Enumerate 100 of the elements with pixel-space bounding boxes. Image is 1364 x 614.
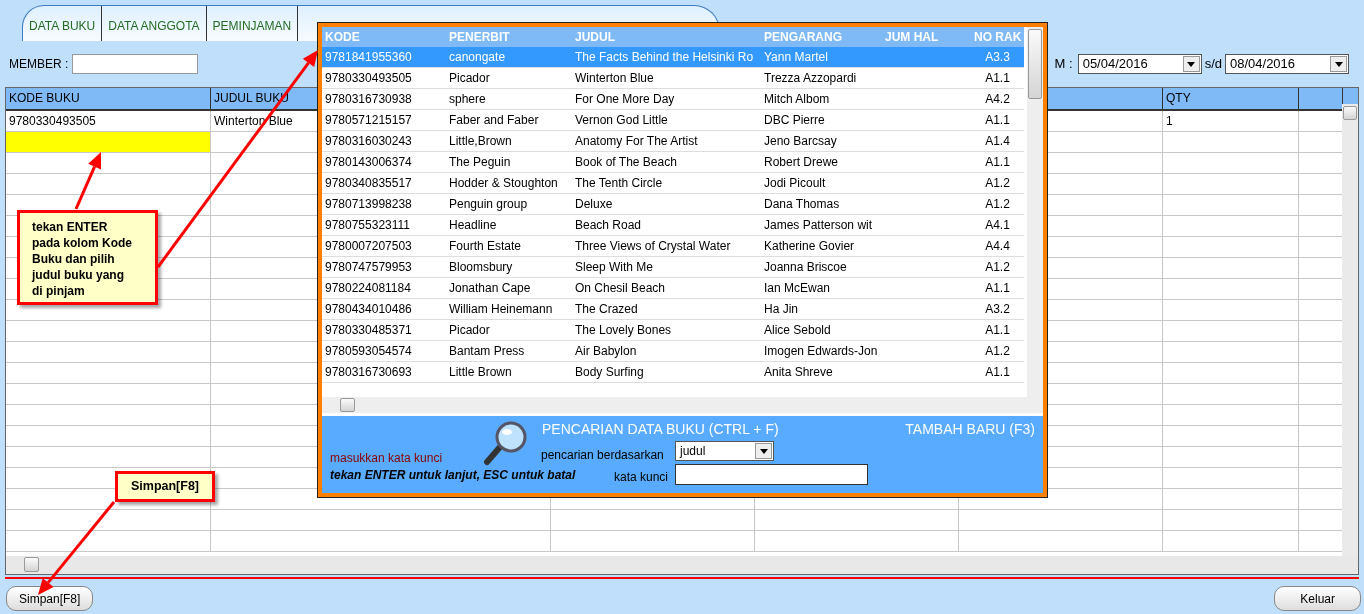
scroll-thumb[interactable]: [1343, 106, 1357, 120]
table-cell: A1.1: [971, 320, 1024, 341]
table-cell: Anatomy For The Artist: [572, 131, 761, 152]
table-cell: Jeno Barcsay: [761, 131, 882, 152]
table-cell: Ian McEwan: [761, 278, 882, 299]
active-cell[interactable]: [6, 132, 211, 153]
callout-note: Simpan[F8]: [115, 471, 215, 502]
table-cell: Picador: [446, 320, 572, 341]
tab[interactable]: DATA ANGGOTA: [102, 6, 207, 41]
tab[interactable]: DATA BUKU: [23, 6, 103, 41]
table-row[interactable]: 9780571215157 Faber and Faber Vernon God Little DBC Pierre A1.1: [322, 110, 1024, 131]
table-cell: A4.1: [971, 215, 1024, 236]
table-cell: Bloomsbury: [446, 257, 572, 278]
table-cell: Little,Brown: [446, 131, 572, 152]
table-cell: Fourth Estate: [446, 236, 572, 257]
table-cell: 9780316730938: [322, 89, 446, 110]
table-row[interactable]: 9780340835517 Hodder & Stoughton The Tenth Circle Jodi Picoult A1.2: [322, 173, 1024, 194]
table-cell: 9780330485371: [322, 320, 446, 341]
table-cell: A1.2: [971, 257, 1024, 278]
column-header: QTY: [1163, 88, 1299, 111]
table-row[interactable]: 9780755323111 Headline Beach Road James Patterson wit A4.1: [322, 215, 1024, 236]
table-cell: A3.3: [971, 47, 1024, 68]
table-row[interactable]: 9780747579953 Bloomsbury Sleep With Me Joanna Briscoe A1.2: [322, 257, 1024, 278]
table-cell: The Lovely Bones: [572, 320, 761, 341]
table-cell: Yann Martel: [761, 47, 882, 68]
table-row[interactable]: 9780330485371 Picador The Lovely Bones Alice Sebold A1.1: [322, 320, 1024, 341]
table-cell: Alice Sebold: [761, 320, 882, 341]
table-cell: Picador: [446, 68, 572, 89]
table-cell: 9781841955360: [322, 47, 446, 68]
date-dropdown[interactable]: 05/04/2016: [1077, 54, 1202, 74]
table-cell: Deluxe: [572, 194, 761, 215]
column-header: JUM HAL: [884, 29, 940, 46]
table-cell: Bantam Press: [446, 341, 572, 362]
caret-icon: [759, 448, 768, 454]
instruction-text: tekan ENTER untuk lanjut, ESC untuk batal: [330, 467, 576, 484]
table-cell: A4.2: [971, 89, 1024, 110]
table-cell: On Chesil Beach: [572, 278, 761, 299]
table-cell: 9780340835517: [322, 173, 446, 194]
table-cell: For One More Day: [572, 89, 761, 110]
save-button[interactable]: Simpan[F8]: [6, 586, 94, 611]
table-row[interactable]: 9780143006374 The Peguin Book of The Beach Robert Drewe A1.1: [322, 152, 1024, 173]
table-cell: A1.2: [971, 194, 1024, 215]
table-cell: James Patterson wit: [761, 215, 882, 236]
date-label: M :: [1054, 55, 1073, 74]
table-cell: Headline: [446, 215, 572, 236]
table-cell: A4.4: [971, 236, 1024, 257]
table-cell: A1.1: [971, 110, 1024, 131]
table-cell: Book of The Beach: [572, 152, 761, 173]
column-header: PENGARANG: [763, 29, 843, 46]
separator-label: s/d: [1204, 55, 1222, 74]
table-cell: Katherine Govier: [761, 236, 882, 257]
table-cell: 9780755323111: [322, 215, 446, 236]
table-row[interactable]: 9780434010486 William Heinemann The Crazed Ha Jin A3.2: [322, 299, 1024, 320]
vertical-scrollbar[interactable]: [1342, 104, 1358, 556]
table-cell: Hodder & Stoughton: [446, 173, 572, 194]
date-dropdown[interactable]: 08/04/2016: [1225, 54, 1349, 74]
table-cell: A1.2: [971, 341, 1024, 362]
table-row[interactable]: 9780007207503 Fourth Estate Three Views of Crystal Water Katherine Govier A4.4: [322, 236, 1024, 257]
table-cell: A1.1: [971, 152, 1024, 173]
caret-icon: [1187, 61, 1196, 67]
member-field[interactable]: [72, 54, 199, 74]
member-label: MEMBER :: [9, 56, 69, 73]
scroll-thumb[interactable]: [1028, 29, 1042, 99]
table-cell: DBC Pierre: [761, 110, 882, 131]
table-row[interactable]: 9780316730693 Little Brown Body Surfing Anita Shreve A1.1: [322, 362, 1024, 383]
search-by-dropdown[interactable]: judul: [675, 441, 774, 461]
table-cell: Sleep With Me: [572, 257, 761, 278]
scroll-thumb[interactable]: [24, 557, 39, 572]
table-cell: Air Babylon: [572, 341, 761, 362]
exit-button[interactable]: Keluar: [1274, 586, 1361, 611]
table-row[interactable]: 9780316730938 sphere For One More Day Mitch Albom A4.2: [322, 89, 1024, 110]
table-row[interactable]: 9780224081184 Jonathan Cape On Chesil Beach Ian McEwan A1.1: [322, 278, 1024, 299]
table-cell: A1.1: [971, 362, 1024, 383]
table-cell: 9780330493505: [322, 68, 446, 89]
keyword-label: kata kunci: [614, 469, 669, 486]
table-row[interactable]: 9780316030243 Little,Brown Anatomy For The Artist Jeno Barcsay A1.4: [322, 131, 1024, 152]
column-header: PENERBIT: [448, 29, 511, 46]
scroll-thumb[interactable]: [340, 398, 355, 412]
table-cell: A1.4: [971, 131, 1024, 152]
table-cell: 9780593054574: [322, 341, 446, 362]
table-cell: Penguin group: [446, 194, 572, 215]
table-cell: canongate: [446, 47, 572, 68]
vertical-scrollbar[interactable]: [1027, 27, 1043, 397]
horizontal-scrollbar[interactable]: [322, 397, 1043, 413]
table-cell: Robert Drewe: [761, 152, 882, 173]
table-row[interactable]: 9780713998238 Penguin group Deluxe Dana Thomas A1.2: [322, 194, 1024, 215]
table-cell: 9780316730693: [322, 362, 446, 383]
tab[interactable]: PEMINJAMAN: [206, 6, 299, 41]
table-cell: 9780224081184: [322, 278, 446, 299]
table-row[interactable]: 9780330493505 Picador Winterton Blue Trezza Azzopardi A1.1: [322, 68, 1024, 89]
table-cell: The Peguin: [446, 152, 572, 173]
table-cell: 9780143006374: [322, 152, 446, 173]
table-row[interactable]: 9780593054574 Bantam Press Air Babylon Imogen Edwards-Jon A1.2: [322, 341, 1024, 362]
keyword-field[interactable]: [675, 464, 868, 485]
horizontal-scrollbar[interactable]: [6, 556, 1358, 574]
table-cell: Jonathan Cape: [446, 278, 572, 299]
column-header: JUDUL: [574, 29, 616, 46]
column-header: KODE BUKU: [6, 88, 211, 111]
column-header: KODE: [324, 29, 361, 46]
panel-title: PENCARIAN DATA BUKU (CTRL + F): [542, 420, 779, 439]
